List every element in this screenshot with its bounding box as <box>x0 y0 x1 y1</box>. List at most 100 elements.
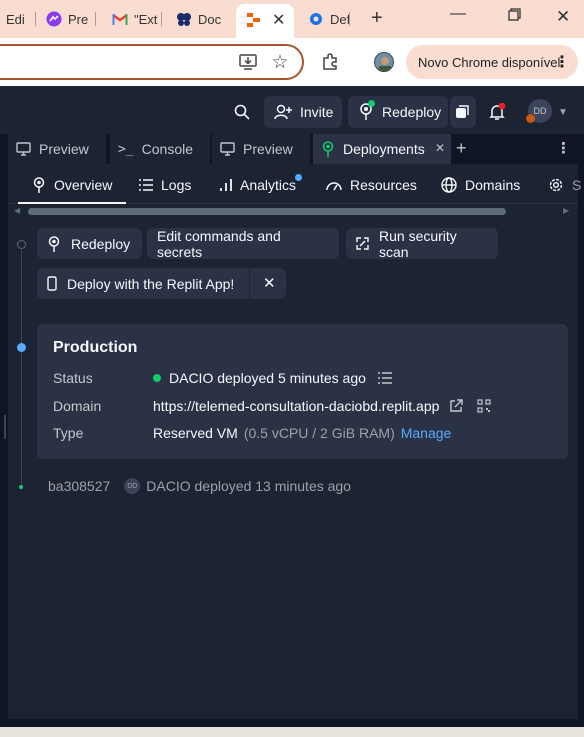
redeploy-label: Redeploy <box>382 104 442 120</box>
chevron-down-icon[interactable]: ▼ <box>554 103 572 121</box>
tab-close-icon[interactable]: ✕ <box>272 10 285 30</box>
browser-tab-3[interactable]: "Ext <box>112 6 162 32</box>
machine-type: Reserved VM <box>153 425 238 441</box>
os-taskbar <box>0 727 584 737</box>
edit-commands-button[interactable]: Edit commands and secrets <box>147 228 339 260</box>
subnav-analytics[interactable]: Analytics <box>220 174 303 195</box>
tab-console[interactable]: >_ Console <box>110 134 210 164</box>
new-badge-dot <box>295 174 303 181</box>
browser-tab-2[interactable]: Pre <box>46 6 96 32</box>
user-avatar[interactable]: DD <box>526 99 552 123</box>
list-icon <box>139 179 153 191</box>
tab-label: Doc <box>198 11 222 27</box>
search-icon[interactable] <box>233 103 251 121</box>
production-card: Production Status DACIO deployed 5 minut… <box>37 324 568 459</box>
update-label: Novo Chrome disponível <box>418 54 561 70</box>
active-tab-indicator <box>18 202 126 204</box>
butterfly-icon <box>176 11 192 27</box>
close-window-icon[interactable]: ✕ <box>556 7 570 27</box>
subnav-label: S <box>572 177 582 193</box>
deployments-pane: Overview Logs Analytics Resources Domain… <box>8 164 581 719</box>
replit-header: Invite Redeploy DD ▼ <box>0 86 584 134</box>
address-bar[interactable] <box>0 44 304 80</box>
dismiss-promo-icon[interactable]: ✕ <box>263 274 276 292</box>
invite-button[interactable]: Invite <box>264 96 342 128</box>
pane-tab-bar: Preview >_ Console Preview Deployments ✕… <box>8 134 584 164</box>
commit-hash: ba308527 <box>48 478 111 494</box>
add-tab-icon[interactable]: + <box>456 138 467 159</box>
manage-link[interactable]: Manage <box>401 425 452 441</box>
status-label: Status <box>53 370 93 386</box>
list-icon[interactable] <box>377 372 392 384</box>
profile-avatar[interactable] <box>374 52 394 72</box>
horizontal-scrollbar[interactable] <box>28 208 506 215</box>
chrome-update-button[interactable]: Novo Chrome disponível ⋮ <box>406 45 578 79</box>
timeline-line <box>21 250 22 490</box>
more-vert-icon[interactable]: ⋮ <box>554 52 570 72</box>
external-link-icon[interactable] <box>449 399 464 413</box>
header-redeploy-button[interactable]: Redeploy <box>348 96 448 128</box>
tab-label: "Ext <box>134 11 158 27</box>
tab-preview-1[interactable]: Preview <box>8 134 106 164</box>
browser-tab-4[interactable]: Doc <box>176 6 224 32</box>
type-label: Type <box>53 425 84 441</box>
domain-link[interactable]: https://telemed-consultation-daciobd.rep… <box>153 398 439 414</box>
deploy-icon <box>358 100 375 121</box>
timeline-dot-pending <box>17 240 26 249</box>
browser-tab-6[interactable]: Def <box>308 6 350 32</box>
subnav-overview[interactable]: Overview <box>32 175 112 195</box>
scroll-right-icon[interactable]: ▶ <box>563 206 569 215</box>
gmail-icon <box>112 11 128 27</box>
subnav-settings[interactable]: S <box>548 175 581 195</box>
monitor-icon <box>220 142 235 156</box>
status-value: DACIO deployed 5 minutes ago <box>153 370 392 386</box>
deployments-icon <box>321 141 335 157</box>
tab-preview-2[interactable]: Preview <box>212 134 310 164</box>
terminal-icon: >_ <box>118 141 134 157</box>
tab-label: Preview <box>39 141 89 157</box>
install-app-icon[interactable] <box>238 52 258 72</box>
replit-app-promo[interactable]: Deploy with the Replit App! ✕ <box>37 268 286 299</box>
deploy-icon <box>47 235 61 252</box>
tab-label: Deployments <box>343 141 425 157</box>
machine-spec: (0.5 vCPU / 2 GiB RAM) <box>243 425 395 441</box>
type-value: Reserved VM (0.5 vCPU / 2 GiB RAM) Manag… <box>153 425 451 441</box>
minimize-icon[interactable]: — <box>450 5 466 23</box>
browser-tab-active[interactable]: ✕ <box>236 4 294 38</box>
redeploy-button[interactable]: Redeploy <box>37 228 142 259</box>
browser-toolbar: ☆ Novo Chrome disponível ⋮ <box>0 38 584 86</box>
more-vert-icon[interactable]: ⋮ <box>556 139 571 157</box>
messenger-icon <box>46 11 62 27</box>
browser-tab-1[interactable]: Edi <box>6 6 36 32</box>
history-row[interactable]: ba308527 DD DACIO deployed 13 minutes ag… <box>48 478 351 494</box>
resize-handle[interactable] <box>4 415 6 439</box>
avatar-badge <box>526 114 535 123</box>
subnav-label: Overview <box>54 177 113 193</box>
restore-icon[interactable] <box>508 8 521 26</box>
scroll-left-icon[interactable]: ◀ <box>14 206 20 215</box>
gauge-icon <box>326 179 342 191</box>
subnav-domains[interactable]: Domains <box>441 175 520 195</box>
qr-code-icon[interactable] <box>477 399 492 413</box>
status-dot <box>368 100 375 107</box>
add-user-icon <box>274 104 292 120</box>
status-text: DACIO deployed 5 minutes ago <box>169 370 366 386</box>
avatar-initials: DD <box>533 106 547 116</box>
extensions-icon[interactable] <box>320 52 340 72</box>
subnav-label: Resources <box>350 177 417 193</box>
subnav-label: Domains <box>465 177 521 193</box>
close-tab-icon[interactable]: ✕ <box>435 141 445 155</box>
notifications-icon[interactable] <box>488 103 506 121</box>
subnav-label: Logs <box>161 177 192 193</box>
new-tab-icon[interactable]: + <box>371 7 383 30</box>
bookmark-star-icon[interactable]: ☆ <box>270 52 290 73</box>
tab-deployments[interactable]: Deployments ✕ <box>313 134 451 164</box>
subnav-logs[interactable]: Logs <box>139 175 191 195</box>
timeline-dot-previous <box>19 485 23 489</box>
scan-label: Run security scan <box>379 227 457 260</box>
settings-icon <box>308 11 324 27</box>
security-scan-button[interactable]: Run security scan <box>346 227 498 260</box>
subnav-resources[interactable]: Resources <box>326 175 417 195</box>
header-deploy-menu-button[interactable] <box>450 96 476 128</box>
replit-icon <box>246 12 262 28</box>
